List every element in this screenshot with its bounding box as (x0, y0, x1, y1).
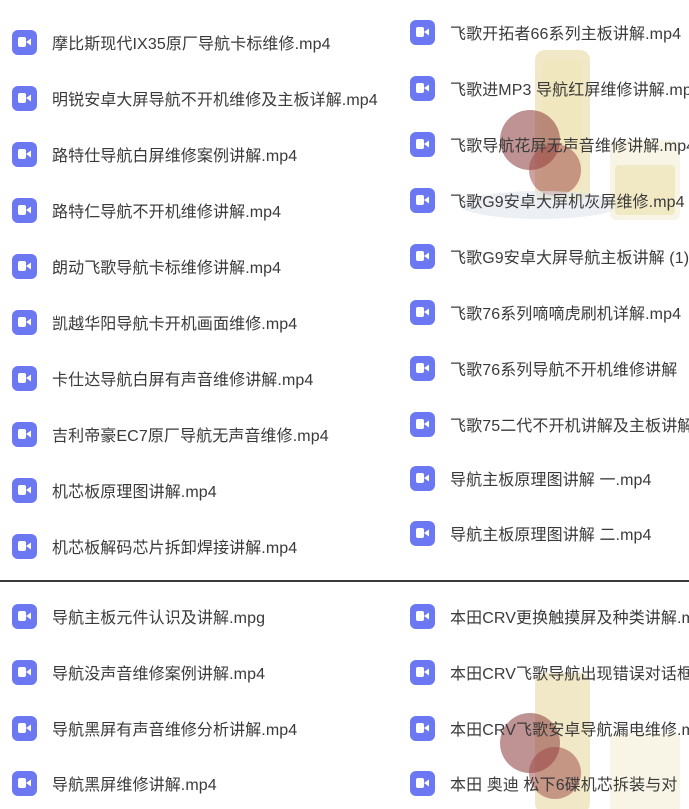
video-file-icon (12, 197, 37, 223)
file-item[interactable]: 摩比斯现代IX35原厂导航卡标维修.mp4 (12, 27, 331, 57)
file-name: 明锐安卓大屏导航不开机维修及主板详解.mp4 (52, 92, 378, 109)
file-item[interactable]: 飞歌G9安卓大屏机灰屏维修.mp4 (410, 185, 685, 215)
video-file-icon (410, 75, 435, 101)
video-file-icon (12, 421, 37, 447)
file-item[interactable]: 导航黑屏有声音维修分析讲解.mp4 (12, 713, 297, 743)
file-name: 本田CRV更换触摸屏及种类讲解.mp4 (450, 610, 689, 627)
video-file-icon (12, 29, 37, 55)
file-name: 导航主板原理图讲解 二.mp4 (450, 527, 652, 544)
video-file-icon (12, 770, 37, 796)
file-name: 机芯板原理图讲解.mp4 (52, 484, 217, 501)
file-item[interactable]: 飞歌76系列嘀嘀虎刷机详解.mp4 (410, 297, 681, 327)
file-name: 飞歌G9安卓大屏机灰屏维修.mp4 (450, 194, 685, 211)
file-name: 飞歌导航花屏无声音维修讲解.mp4 (450, 138, 689, 155)
file-item[interactable]: 吉利帝豪EC7原厂导航无声音维修.mp4 (12, 419, 329, 449)
file-item[interactable]: 导航主板原理图讲解 一.mp4 (410, 463, 652, 493)
video-file-icon (12, 533, 37, 559)
video-file-icon (410, 715, 435, 741)
file-item[interactable]: 机芯板解码芯片拆卸焊接讲解.mp4 (12, 531, 297, 561)
video-file-icon (410, 299, 435, 325)
file-item[interactable]: 飞歌G9安卓大屏导航主板讲解 (1) (410, 241, 689, 271)
file-item[interactable]: 本田CRV飞歌导航出现错误对话框 (410, 657, 689, 687)
file-name: 导航主板原理图讲解 一.mp4 (450, 472, 652, 489)
video-file-icon (410, 520, 435, 546)
file-grid-bottom: 导航主板元件认识及讲解.mpg 导航没声音维修案例讲解.mp4 导航黑屏有声音维… (0, 583, 689, 809)
video-file-icon (12, 603, 37, 629)
video-file-icon (410, 659, 435, 685)
section-divider (0, 580, 689, 582)
file-name: 飞歌75二代不开机讲解及主板讲解 (450, 418, 689, 435)
video-file-icon (12, 477, 37, 503)
file-item[interactable]: 路特仕导航白屏维修案例讲解.mp4 (12, 139, 297, 169)
file-item[interactable]: 朗动飞歌导航卡标维修讲解.mp4 (12, 251, 281, 281)
file-item[interactable]: 导航主板原理图讲解 二.mp4 (410, 518, 652, 548)
video-file-icon (410, 770, 435, 796)
file-name: 飞歌76系列嘀嘀虎刷机详解.mp4 (450, 306, 682, 323)
video-file-icon (12, 141, 37, 167)
file-name: 卡仕达导航白屏有声音维修讲解.mp4 (52, 372, 314, 389)
file-name: 飞歌G9安卓大屏导航主板讲解 (1) (450, 250, 689, 267)
file-item[interactable]: 本田CRV更换触摸屏及种类讲解.mp4 (410, 601, 689, 631)
file-item[interactable]: 飞歌75二代不开机讲解及主板讲解 (410, 409, 689, 439)
file-name: 吉利帝豪EC7原厂导航无声音维修.mp4 (52, 428, 329, 445)
file-item[interactable]: 机芯板原理图讲解.mp4 (12, 475, 217, 505)
video-file-icon (410, 411, 435, 437)
video-file-icon (12, 253, 37, 279)
video-file-icon (12, 659, 37, 685)
file-item[interactable]: 卡仕达导航白屏有声音维修讲解.mp4 (12, 363, 313, 393)
file-name: 本田CRV飞歌导航出现错误对话框 (450, 666, 689, 683)
file-item[interactable]: 飞歌导航花屏无声音维修讲解.mp4 (410, 129, 689, 159)
file-name: 导航黑屏维修讲解.mp4 (52, 777, 217, 794)
video-file-icon (410, 243, 435, 269)
file-item[interactable]: 导航黑屏维修讲解.mp4 (12, 768, 217, 798)
file-item[interactable]: 飞歌76系列导航不开机维修讲解 (410, 353, 677, 383)
video-file-icon (410, 187, 435, 213)
file-item[interactable]: 明锐安卓大屏导航不开机维修及主板详解.mp4 (12, 83, 378, 113)
file-item[interactable]: 导航没声音维修案例讲解.mp4 (12, 657, 265, 687)
file-name: 飞歌开拓者66系列主板讲解.mp4 (450, 26, 682, 43)
video-file-icon (410, 603, 435, 629)
file-name: 朗动飞歌导航卡标维修讲解.mp4 (52, 260, 282, 277)
file-column-right: 本田CRV更换触摸屏及种类讲解.mp4 本田CRV飞歌导航出现错误对话框 本田C… (410, 583, 689, 809)
file-item[interactable]: 本田CRV飞歌安卓导航漏电维修.mp4 (410, 713, 689, 743)
file-name: 路特仁导航不开机维修讲解.mp4 (52, 204, 282, 221)
video-file-icon (410, 19, 435, 45)
file-item[interactable]: 导航主板元件认识及讲解.mpg (12, 601, 265, 631)
video-file-icon (12, 85, 37, 111)
file-name: 飞歌76系列导航不开机维修讲解 (450, 362, 678, 379)
video-file-icon (410, 355, 435, 381)
file-item[interactable]: 飞歌开拓者66系列主板讲解.mp4 (410, 17, 681, 47)
file-item[interactable]: 飞歌进MP3 导航红屏维修讲解.mp4 (410, 73, 689, 103)
file-item[interactable]: 凯越华阳导航卡开机画面维修.mp4 (12, 307, 297, 337)
file-item[interactable]: 路特仁导航不开机维修讲解.mp4 (12, 195, 281, 225)
file-name: 导航主板元件认识及讲解.mpg (52, 610, 266, 627)
file-name: 路特仕导航白屏维修案例讲解.mp4 (52, 148, 298, 165)
file-item[interactable]: 本田 奥迪 松下6碟机芯拆装与对 (410, 768, 677, 798)
file-name: 摩比斯现代IX35原厂导航卡标维修.mp4 (52, 36, 331, 53)
video-file-icon (12, 365, 37, 391)
file-name: 凯越华阳导航卡开机画面维修.mp4 (52, 316, 298, 333)
file-name: 飞歌进MP3 导航红屏维修讲解.mp4 (450, 82, 689, 99)
file-name: 本田 奥迪 松下6碟机芯拆装与对 (450, 777, 678, 794)
video-file-icon (12, 309, 37, 335)
file-name: 导航没声音维修案例讲解.mp4 (52, 666, 266, 683)
file-name: 本田CRV飞歌安卓导航漏电维修.mp4 (450, 722, 689, 739)
file-name: 机芯板解码芯片拆卸焊接讲解.mp4 (52, 540, 298, 557)
file-name: 导航黑屏有声音维修分析讲解.mp4 (52, 722, 298, 739)
video-file-icon (410, 465, 435, 491)
video-file-icon (410, 131, 435, 157)
video-file-icon (12, 715, 37, 741)
file-column-right: 飞歌开拓者66系列主板讲解.mp4 飞歌进MP3 导航红屏维修讲解.mp4 飞歌… (410, 0, 689, 580)
file-grid-top: 摩比斯现代IX35原厂导航卡标维修.mp4 明锐安卓大屏导航不开机维修及主板详解… (0, 0, 689, 580)
